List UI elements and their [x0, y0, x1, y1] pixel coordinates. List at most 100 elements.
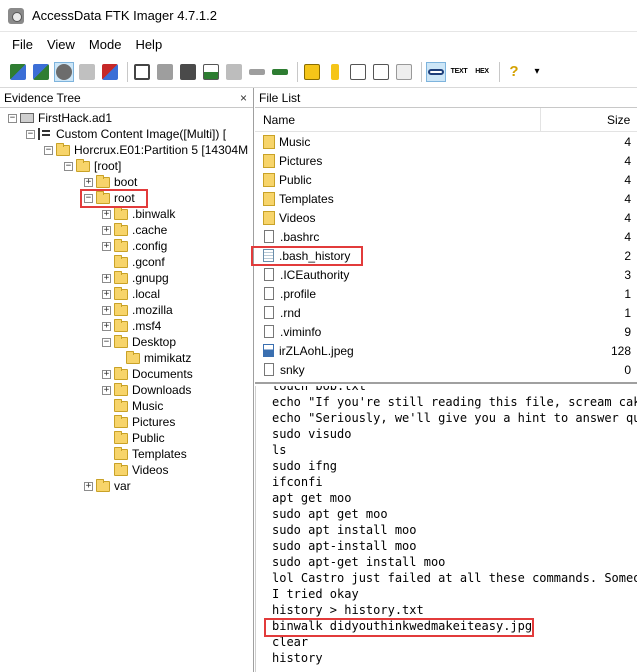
menu-file[interactable]: File — [0, 37, 40, 52]
file-row[interactable]: .rnd 1 — [255, 303, 637, 322]
expand-icon[interactable]: + — [102, 273, 111, 283]
chevron-down-icon[interactable]: ▾ — [527, 62, 547, 82]
expand-icon[interactable]: + — [84, 177, 93, 187]
file-row[interactable]: .bashrc 4 — [255, 227, 637, 246]
tree-node-music[interactable]: Music — [0, 398, 253, 414]
folder-icon — [114, 334, 128, 348]
tree-node-binwalk[interactable]: + .binwalk — [0, 206, 253, 222]
expand-icon[interactable]: + — [102, 209, 111, 219]
image-mounting-icon[interactable] — [54, 61, 74, 82]
expand-icon[interactable]: + — [84, 481, 93, 491]
file-row[interactable]: Templates 4 — [255, 189, 637, 208]
export-disk-image-icon[interactable] — [155, 62, 175, 82]
export-hash-icon[interactable] — [201, 62, 221, 82]
tree-node-mozilla[interactable]: + .mozilla — [0, 302, 253, 318]
expand-icon[interactable]: + — [102, 385, 111, 395]
text-line: ls — [272, 443, 287, 457]
file-row[interactable]: snky 0 — [255, 360, 637, 379]
close-icon[interactable]: × — [240, 91, 249, 105]
tree-node-gnupg[interactable]: + .gnupg — [0, 270, 253, 286]
collapse-icon[interactable]: − — [84, 193, 93, 203]
folder-icon — [114, 254, 128, 268]
text-line: sudo apt install moo — [272, 523, 417, 537]
tree-node-root[interactable]: − root — [0, 190, 253, 206]
file-list-rows: Music 4 Pictures 4 Public 4 Templates 4 Vide… — [255, 132, 637, 379]
evidence-tree[interactable]: − FirstHack.ad1 − Custom Content Image([… — [0, 108, 253, 494]
glasses-icon[interactable] — [426, 61, 446, 82]
tree-node-firsthack[interactable]: − FirstHack.ad1 — [0, 110, 253, 126]
text-view-button[interactable]: TEXT — [449, 62, 469, 82]
view-tree-icon[interactable] — [394, 62, 414, 82]
evidence-tree-pane: Evidence Tree × − FirstHack.ad1 − Custom… — [0, 88, 254, 672]
capture-memory-icon[interactable] — [270, 62, 290, 82]
remove-evidence-icon[interactable] — [77, 62, 97, 82]
text-file-icon — [263, 249, 274, 262]
file-row[interactable]: Videos 4 — [255, 208, 637, 227]
tree-node-downloads[interactable]: + Downloads — [0, 382, 253, 398]
collapse-icon[interactable]: − — [8, 113, 17, 123]
tree-node-templates[interactable]: Templates — [0, 446, 253, 462]
file-row[interactable]: .ICEauthority 3 — [255, 265, 637, 284]
tree-node-public[interactable]: Public — [0, 430, 253, 446]
export-files-icon[interactable] — [178, 62, 198, 82]
expand-icon[interactable]: + — [102, 321, 111, 331]
tree-node-config[interactable]: + .config — [0, 238, 253, 254]
tree-node-mimikatz[interactable]: mimikatz — [0, 350, 253, 366]
expand-icon[interactable]: + — [102, 225, 111, 235]
expand-icon[interactable]: + — [102, 289, 111, 299]
tree-node-gconf[interactable]: .gconf — [0, 254, 253, 270]
menu-view[interactable]: View — [40, 37, 82, 52]
collapse-icon[interactable]: − — [102, 337, 111, 347]
tree-node-boot[interactable]: + boot — [0, 174, 253, 190]
text-viewer[interactable]: touch bob.txt echo "If you're still read… — [255, 386, 637, 672]
tree-node-local[interactable]: + .local — [0, 286, 253, 302]
tree-node-videos[interactable]: Videos — [0, 462, 253, 478]
file-row[interactable]: Pictures 4 — [255, 151, 637, 170]
file-row[interactable]: .profile 1 — [255, 284, 637, 303]
tree-node-documents[interactable]: + Documents — [0, 366, 253, 382]
file-row[interactable]: irZLAohL.jpeg 128 — [255, 341, 637, 360]
folder-icon — [114, 206, 128, 220]
file-row[interactable]: Public 4 — [255, 170, 637, 189]
text-line: sudo apt-install moo — [272, 539, 417, 553]
help-icon[interactable]: ? — [504, 62, 524, 82]
create-disk-image-icon[interactable] — [132, 62, 152, 82]
tree-node-var[interactable]: + var — [0, 478, 253, 494]
verify-drive-icon[interactable] — [247, 62, 267, 82]
column-header-name[interactable]: Name — [255, 108, 541, 131]
tree-node-pictures[interactable]: Pictures — [0, 414, 253, 430]
file-row[interactable]: .viminfo 9 — [255, 322, 637, 341]
file-row[interactable]: Music 4 — [255, 132, 637, 151]
folder-icon — [114, 446, 128, 460]
tree-node-msf4[interactable]: + .msf4 — [0, 318, 253, 334]
tree-node-custom-content-image[interactable]: − Custom Content Image([Multi]) [ — [0, 126, 253, 142]
collapse-icon[interactable]: − — [64, 161, 73, 171]
app-icon — [8, 7, 24, 24]
tree-node-cache[interactable]: + .cache — [0, 222, 253, 238]
tree-node-horcrux[interactable]: − Horcrux.E01:Partition 5 [14304M — [0, 142, 253, 158]
add-all-evidence-icon[interactable] — [31, 62, 51, 82]
add-evidence-icon[interactable] — [8, 62, 28, 82]
file-list-header: File List — [255, 88, 637, 108]
expand-icon[interactable]: + — [102, 241, 111, 251]
obtain-protected-files-icon[interactable] — [302, 62, 322, 82]
collapse-icon[interactable]: − — [26, 129, 35, 139]
hex-view-button[interactable]: HEX — [472, 62, 492, 82]
menu-mode[interactable]: Mode — [82, 37, 129, 52]
collapse-icon[interactable]: − — [44, 145, 53, 155]
column-header-size[interactable]: Size — [541, 108, 637, 131]
expand-icon[interactable]: + — [102, 305, 111, 315]
remove-all-icon[interactable] — [100, 62, 120, 82]
folder-icon — [114, 382, 128, 396]
menu-help[interactable]: Help — [128, 37, 169, 52]
view-files-icon[interactable] — [348, 62, 368, 82]
view-properties-icon[interactable] — [371, 62, 391, 82]
folder-icon — [114, 302, 128, 316]
window-title: AccessData FTK Imager 4.7.1.2 — [32, 8, 217, 23]
expand-icon[interactable]: + — [102, 369, 111, 379]
add-custom-image-icon[interactable] — [224, 62, 244, 82]
file-row-bash-history[interactable]: .bash_history 2 — [255, 246, 637, 265]
tree-node-desktop[interactable]: − Desktop — [0, 334, 253, 350]
tree-node-root-dir[interactable]: − [root] — [0, 158, 253, 174]
detect-encryption-icon[interactable] — [325, 62, 345, 82]
